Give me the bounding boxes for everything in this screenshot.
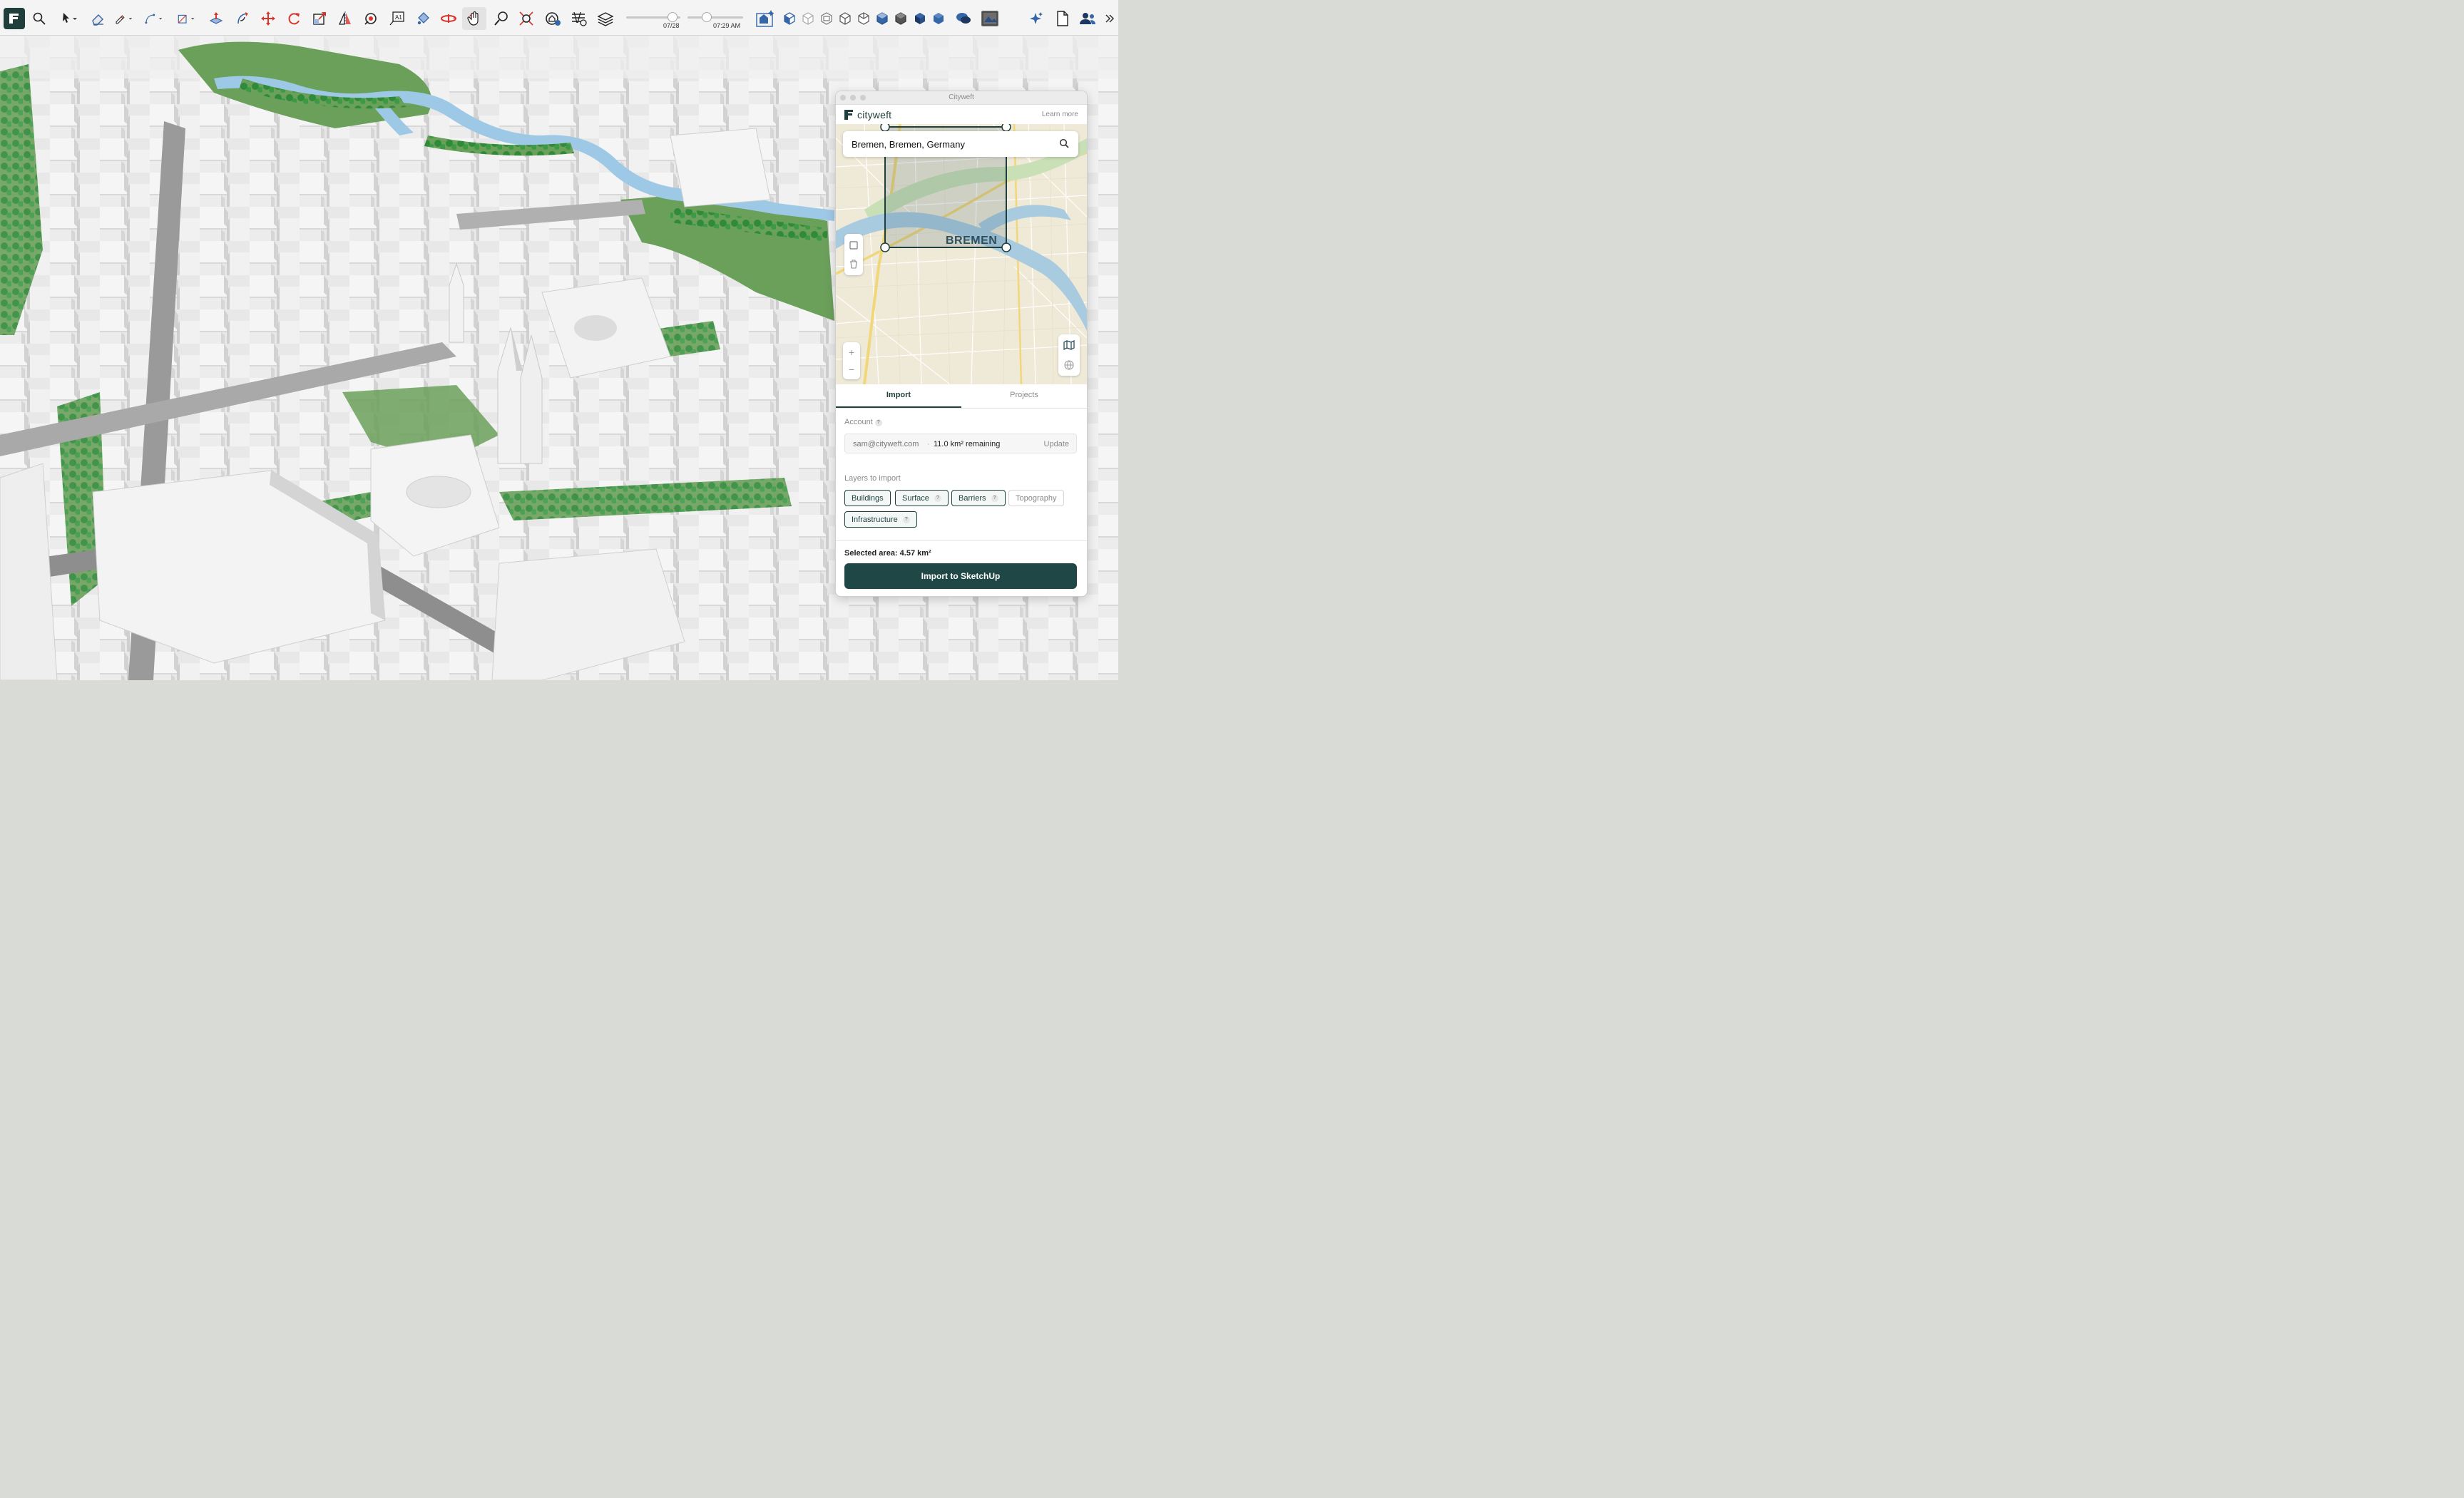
date-slider-knob[interactable]	[702, 12, 712, 22]
brand-name: cityweft	[857, 109, 892, 120]
window-title: Cityweft	[949, 93, 974, 101]
toolbar: A1 07/28 07:29 AM	[0, 0, 1118, 36]
double-chevron-right-icon[interactable]	[1100, 9, 1119, 28]
bottom-view-icon[interactable]	[891, 9, 910, 28]
layer-chip-label: Topography	[1016, 493, 1057, 503]
pan-tool-icon[interactable]	[462, 7, 486, 30]
layer-chip-barriers[interactable]: Barriers?	[951, 490, 1006, 506]
search-icon[interactable]	[1059, 138, 1069, 152]
scale-tool-icon[interactable]	[310, 9, 329, 28]
time-slider-knob[interactable]	[667, 12, 678, 22]
text-tool-icon[interactable]: A1	[388, 9, 407, 28]
account-section-label: Account?	[844, 418, 882, 426]
account-separator: ·	[927, 440, 930, 448]
select-tool-icon[interactable]	[60, 9, 78, 28]
layers-section-label: Layers to import	[844, 474, 901, 483]
date-slider-track[interactable]	[687, 16, 743, 19]
cityweft-logo-icon	[844, 110, 853, 120]
learn-more-link[interactable]: Learn more	[1042, 111, 1078, 118]
zoom-out-icon[interactable]: −	[843, 361, 860, 378]
layer-chip-label: Surface	[902, 493, 929, 503]
layers-stack-icon[interactable]	[596, 9, 615, 28]
sketchup-logo-button[interactable]	[4, 8, 25, 29]
scenes-thumbnail-icon[interactable]	[980, 9, 1000, 28]
selected-area-text: Selected area: 4.57 km²	[844, 549, 931, 558]
map-view-icon[interactable]	[1058, 336, 1080, 354]
help-icon[interactable]: ?	[934, 494, 941, 502]
zoom-tool-icon[interactable]	[492, 9, 511, 28]
iso-view-icon[interactable]	[780, 9, 799, 28]
arc-tool-icon[interactable]	[144, 9, 163, 28]
cityweft-panel: Cityweft cityweft Learn more BREMEN Brem…	[835, 91, 1088, 597]
sparkle-ai-icon[interactable]	[1027, 9, 1046, 28]
tab-projects[interactable]: Projects	[961, 384, 1087, 408]
panel-tabs: Import Projects	[836, 384, 1087, 409]
account-info-box: sam@cityweft.com · 11.0 km² remaining Up…	[844, 434, 1077, 453]
import-to-sketchup-button[interactable]: Import to SketchUp	[844, 563, 1077, 589]
layer-chip-label: Buildings	[852, 493, 884, 503]
rectangle-tool-icon[interactable]	[177, 9, 195, 28]
push-pull-tool-icon[interactable]	[207, 9, 225, 28]
chat-bubbles-icon[interactable]	[954, 9, 973, 28]
cityweft-brand: cityweft	[844, 108, 891, 121]
map-city-label: BREMEN	[946, 235, 998, 247]
help-icon[interactable]: ?	[991, 494, 998, 502]
layer-chip-topography[interactable]: Topography	[1008, 490, 1064, 506]
extension-warehouse-icon[interactable]	[569, 9, 588, 28]
paint-bucket-tool-icon[interactable]	[414, 9, 432, 28]
tab-import[interactable]: Import	[836, 384, 961, 408]
account-remaining-quota: 11.0 km² remaining	[934, 440, 1001, 448]
help-icon[interactable]: ?	[874, 419, 882, 426]
layer-chip-surface[interactable]: Surface?	[895, 490, 949, 506]
move-tool-icon[interactable]	[259, 9, 277, 28]
account-label: Account	[844, 418, 873, 426]
time-slider-label: 07/28	[663, 22, 680, 29]
account-email: sam@cityweft.com	[853, 440, 919, 448]
rotate-tool-icon[interactable]	[285, 9, 303, 28]
layer-chip-label: Barriers	[958, 493, 986, 503]
left-view-icon[interactable]	[873, 9, 891, 28]
tape-measure-tool-icon[interactable]	[362, 9, 380, 28]
top-view-icon[interactable]	[799, 9, 817, 28]
pencil-tool-icon[interactable]	[114, 9, 133, 28]
window-titlebar: Cityweft	[836, 91, 1087, 105]
layer-chip-label: Infrastructure	[852, 515, 898, 524]
map-style-controls	[1058, 334, 1080, 376]
zoom-controls: + −	[843, 342, 860, 379]
search-tool-icon[interactable]	[30, 9, 48, 28]
layer-chip-infrastructure[interactable]: Infrastructure?	[844, 511, 917, 528]
document-icon[interactable]	[1053, 9, 1072, 28]
date-slider-label: 07:29 AM	[713, 22, 741, 29]
layer-chip-buildings[interactable]: Buildings	[844, 490, 891, 506]
globe-icon[interactable]	[1058, 356, 1080, 374]
monochrome-style-icon[interactable]	[929, 9, 948, 28]
draw-tools-group	[844, 234, 863, 275]
right-view-icon[interactable]	[836, 9, 854, 28]
orbit-tool-icon[interactable]	[439, 9, 458, 28]
warehouse-icon[interactable]	[543, 9, 562, 28]
follow-me-tool-icon[interactable]	[234, 9, 252, 28]
trash-icon[interactable]	[844, 255, 863, 272]
location-map[interactable]: BREMEN + −	[836, 124, 1087, 384]
svg-text:A1: A1	[395, 14, 402, 21]
divider	[836, 540, 1087, 541]
zoom-in-icon[interactable]: +	[843, 344, 860, 361]
map-tiles	[836, 124, 1087, 384]
help-icon[interactable]: ?	[902, 515, 910, 523]
shaded-style-icon[interactable]	[911, 9, 929, 28]
back-view-icon[interactable]	[854, 9, 873, 28]
draw-rectangle-icon[interactable]	[844, 237, 863, 254]
3d-warehouse-house-icon[interactable]	[755, 9, 776, 28]
account-update-link[interactable]: Update	[1044, 440, 1069, 448]
location-search-input[interactable]	[843, 131, 1078, 157]
user-account-icon[interactable]	[1078, 9, 1097, 28]
eraser-tool-icon[interactable]	[88, 9, 107, 28]
flip-tool-icon[interactable]	[336, 9, 354, 28]
front-view-icon[interactable]	[817, 9, 836, 28]
zoom-extents-tool-icon[interactable]	[517, 9, 536, 28]
